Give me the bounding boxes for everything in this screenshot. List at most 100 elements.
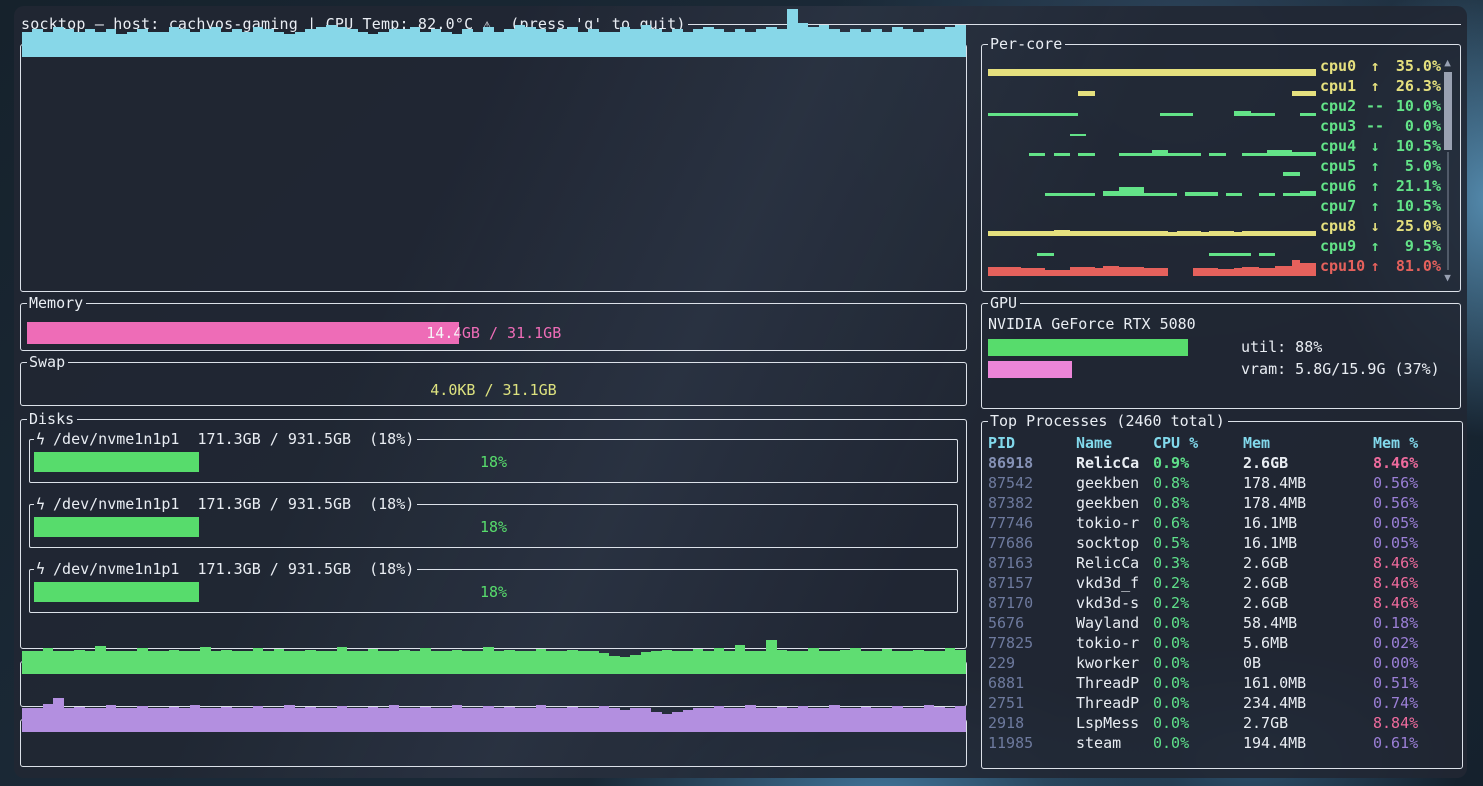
process-mem-percent: 0.05% bbox=[1373, 534, 1456, 552]
process-cpu: 0.2% bbox=[1153, 594, 1243, 612]
core-row: cpu4 ↓ 10.5% bbox=[988, 136, 1441, 156]
gpu-vram-fill bbox=[988, 361, 1072, 378]
process-cpu: 0.0% bbox=[1153, 634, 1243, 652]
core-usage-value: 10.0% bbox=[1385, 97, 1441, 116]
disk-label: /dev/nvme1n1p1 171.3GB / 931.5GB (18%) bbox=[53, 430, 414, 448]
processes-title: Top Processes (2460 total) bbox=[988, 413, 1228, 429]
process-pid: 87157 bbox=[988, 574, 1076, 592]
core-sparkline bbox=[988, 117, 1316, 136]
per-core-scrollbar[interactable]: ▲ ▼ bbox=[1441, 56, 1454, 284]
process-mem: 5.6MB bbox=[1243, 634, 1373, 652]
process-mem-percent: 0.61% bbox=[1373, 734, 1456, 752]
process-mem: 2.6GB bbox=[1243, 454, 1373, 472]
process-row[interactable]: 6881 ThreadP 0.0% 161.0MB 0.51% bbox=[988, 673, 1456, 693]
process-name: geekben bbox=[1076, 494, 1153, 512]
process-table: PID Name CPU % Mem Mem % 86918 RelicCa 0… bbox=[988, 433, 1456, 753]
process-name: ThreadP bbox=[1076, 674, 1153, 692]
process-row[interactable]: 77686 socktop 0.5% 16.1MB 0.05% bbox=[988, 533, 1456, 553]
scroll-up-icon[interactable]: ▲ bbox=[1444, 57, 1451, 69]
process-mem-percent: 8.46% bbox=[1373, 554, 1456, 572]
scrollbar-thumb[interactable] bbox=[1444, 72, 1452, 150]
process-mem-percent: 8.46% bbox=[1373, 574, 1456, 592]
process-name: tokio-r bbox=[1076, 634, 1153, 652]
disk-panel-title: ϟ/dev/nvme1n1p1 171.3GB / 931.5GB (18%) bbox=[34, 431, 417, 447]
process-mem-percent: 0.18% bbox=[1373, 614, 1456, 632]
process-row[interactable]: 229 kworker 0.0% 0B 0.00% bbox=[988, 653, 1456, 673]
process-mem-percent: 0.74% bbox=[1373, 694, 1456, 712]
col-memp: Mem % bbox=[1373, 434, 1456, 452]
process-cpu: 0.0% bbox=[1153, 714, 1243, 732]
process-mem-percent: 8.46% bbox=[1373, 594, 1456, 612]
core-usage-value: 10.5% bbox=[1385, 197, 1441, 216]
disk-panel-title: ϟ/dev/nvme1n1p1 171.3GB / 931.5GB (18%) bbox=[34, 561, 417, 577]
download-sparkline bbox=[22, 638, 965, 674]
process-mem: 178.4MB bbox=[1243, 494, 1373, 512]
process-name: RelicCa bbox=[1076, 454, 1153, 472]
process-mem: 194.4MB bbox=[1243, 734, 1373, 752]
core-sparkline bbox=[988, 217, 1316, 236]
process-row[interactable]: 77825 tokio-r 0.0% 5.6MB 0.02% bbox=[988, 633, 1456, 653]
disk-label: /dev/nvme1n1p1 171.3GB / 931.5GB (18%) bbox=[53, 560, 414, 578]
process-cpu: 0.9% bbox=[1153, 454, 1243, 472]
gpu-title: GPU bbox=[988, 295, 1020, 311]
process-mem-percent: 0.51% bbox=[1373, 674, 1456, 692]
process-name: socktop bbox=[1076, 534, 1153, 552]
cpu-avg-panel: CPU avg (now: 11.0%) bbox=[20, 36, 967, 292]
process-pid: 86918 bbox=[988, 454, 1076, 472]
scroll-down-icon[interactable]: ▼ bbox=[1444, 272, 1451, 284]
memory-title: Memory bbox=[27, 295, 86, 311]
disk-panel-title: ϟ/dev/nvme1n1p1 171.3GB / 931.5GB (18%) bbox=[34, 496, 417, 512]
core-usage-value: 25.0% bbox=[1385, 217, 1441, 236]
core-trend-arrow: ↑ bbox=[1365, 177, 1385, 196]
col-mem: Mem bbox=[1243, 434, 1373, 452]
process-cpu: 0.0% bbox=[1153, 694, 1243, 712]
core-label: cpu9 bbox=[1320, 237, 1365, 256]
process-name: RelicCa bbox=[1076, 554, 1153, 572]
upload-panel: Upload (KB/s) — now: 136 | peak: 452 bbox=[20, 711, 967, 767]
core-row: cpu2 -- 10.0% bbox=[988, 96, 1441, 116]
core-label: cpu6 bbox=[1320, 177, 1365, 196]
core-label: cpu0 bbox=[1320, 57, 1365, 76]
core-row: cpu0 ↑ 35.0% bbox=[988, 56, 1441, 76]
process-name: vkd3d_f bbox=[1076, 574, 1153, 592]
core-usage-value: 0.0% bbox=[1385, 117, 1441, 136]
process-row[interactable]: 87157 vkd3d_f 0.2% 2.6GB 8.46% bbox=[988, 573, 1456, 593]
disk-gauge: 18% bbox=[34, 452, 953, 472]
process-cpu: 0.0% bbox=[1153, 654, 1243, 672]
core-row: cpu5 ↑ 5.0% bbox=[988, 156, 1441, 176]
core-trend-arrow: -- bbox=[1365, 97, 1385, 116]
process-pid: 87382 bbox=[988, 494, 1076, 512]
process-name: geekben bbox=[1076, 474, 1153, 492]
processes-panel: Top Processes (2460 total) PID Name CPU … bbox=[981, 413, 1463, 769]
process-row[interactable]: 87542 geekben 0.8% 178.4MB 0.56% bbox=[988, 473, 1456, 493]
swap-panel: Swap 4.0KB / 31.1GB bbox=[20, 354, 967, 406]
process-row[interactable]: 87163 RelicCa 0.3% 2.6GB 8.46% bbox=[988, 553, 1456, 573]
process-cpu: 0.0% bbox=[1153, 614, 1243, 632]
process-name: vkd3d-s bbox=[1076, 594, 1153, 612]
process-name: ThreadP bbox=[1076, 694, 1153, 712]
gpu-name: NVIDIA GeForce RTX 5080 bbox=[988, 314, 1454, 334]
process-cpu: 0.5% bbox=[1153, 534, 1243, 552]
process-row[interactable]: 77746 tokio-r 0.6% 16.1MB 0.05% bbox=[988, 513, 1456, 533]
scrollbar-track[interactable] bbox=[1447, 152, 1449, 270]
disk-panel: ϟ/dev/nvme1n1p1 171.3GB / 931.5GB (18%) … bbox=[29, 431, 958, 483]
process-row[interactable]: 86918 RelicCa 0.9% 2.6GB 8.46% bbox=[988, 453, 1456, 473]
process-row[interactable]: 2918 LspMess 0.0% 2.7GB 8.84% bbox=[988, 713, 1456, 733]
process-pid: 6881 bbox=[988, 674, 1076, 692]
per-core-panel: Per-core cpu0 ↑ 35.0% cpu1 bbox=[981, 36, 1461, 292]
core-trend-arrow: ↑ bbox=[1365, 57, 1385, 76]
process-row[interactable]: 11985 steam 0.0% 194.4MB 0.61% bbox=[988, 733, 1456, 753]
process-row[interactable]: 87382 geekben 0.8% 178.4MB 0.56% bbox=[988, 493, 1456, 513]
process-mem-percent: 0.56% bbox=[1373, 474, 1456, 492]
process-name: kworker bbox=[1076, 654, 1153, 672]
process-pid: 2751 bbox=[988, 694, 1076, 712]
process-row[interactable]: 87170 vkd3d-s 0.2% 2.6GB 8.46% bbox=[988, 593, 1456, 613]
process-mem-percent: 0.02% bbox=[1373, 634, 1456, 652]
flash-icon: ϟ bbox=[36, 431, 45, 448]
core-trend-arrow: ↑ bbox=[1365, 77, 1385, 96]
process-row[interactable]: 2751 ThreadP 0.0% 234.4MB 0.74% bbox=[988, 693, 1456, 713]
core-sparkline bbox=[988, 137, 1316, 156]
col-pid: PID bbox=[988, 434, 1076, 452]
process-row[interactable]: 5676 Wayland 0.0% 58.4MB 0.18% bbox=[988, 613, 1456, 633]
core-sparkline bbox=[988, 57, 1316, 76]
